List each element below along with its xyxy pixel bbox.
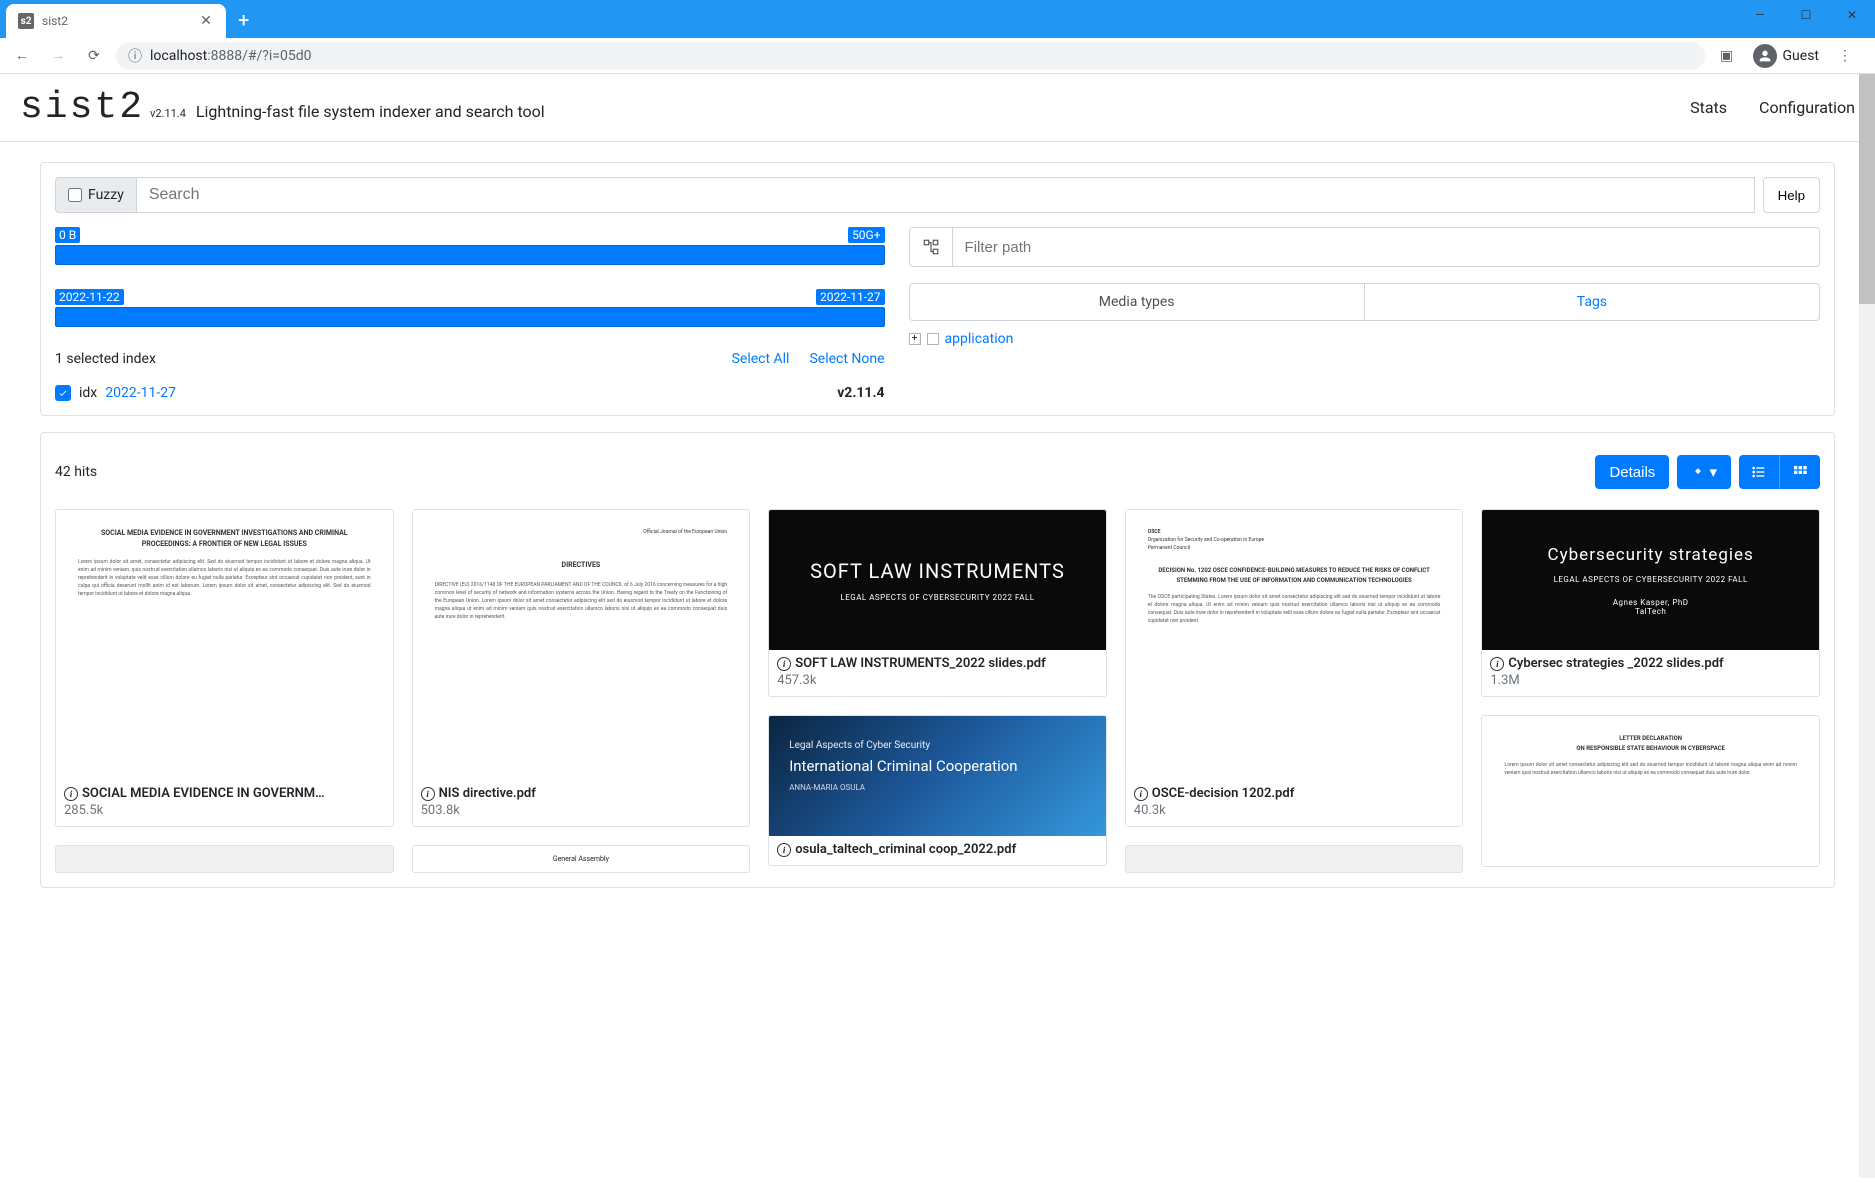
- result-title: osula_taltech_criminal coop_2022.pdf: [795, 842, 1016, 857]
- window-minimize-icon[interactable]: —: [1737, 0, 1783, 30]
- result-size: 285.5k: [64, 803, 385, 818]
- result-title: SOFT LAW INSTRUMENTS_2022 slides.pdf: [795, 656, 1046, 671]
- browser-titlebar: s2 sist2 ✕ + — ☐ ✕: [0, 0, 1875, 38]
- fuzzy-checkbox[interactable]: [68, 188, 82, 202]
- result-title: NIS directive.pdf: [439, 786, 536, 801]
- avatar-icon: [1753, 44, 1777, 68]
- info-icon[interactable]: i: [777, 843, 791, 857]
- result-card[interactable]: Official Journal of the European Union D…: [412, 509, 751, 827]
- results-card: 42 hits Details ▾: [40, 432, 1835, 888]
- path-filter-input[interactable]: [953, 228, 1819, 266]
- index-version: v2.11.4: [837, 385, 884, 401]
- date-slider[interactable]: 2022-11-22 2022-11-27: [55, 289, 885, 327]
- select-none-link[interactable]: Select None: [809, 351, 884, 367]
- tab-media-types[interactable]: Media types: [910, 284, 1364, 320]
- browser-tab[interactable]: s2 sist2 ✕: [6, 4, 226, 38]
- url-host: localhost: [150, 48, 207, 64]
- size-max-label: 50G+: [848, 227, 884, 243]
- fuzzy-label: Fuzzy: [88, 187, 124, 203]
- info-icon[interactable]: i: [1134, 787, 1148, 801]
- help-button[interactable]: Help: [1763, 177, 1820, 213]
- result-card[interactable]: Legal Aspects of Cyber Security Internat…: [768, 715, 1107, 866]
- info-icon[interactable]: i: [421, 787, 435, 801]
- tab-tags[interactable]: Tags: [1364, 284, 1819, 320]
- result-thumbnail: Official Journal of the European Union D…: [413, 510, 750, 780]
- result-size: 1.3M: [1490, 673, 1811, 688]
- result-card[interactable]: SOCIAL MEDIA EVIDENCE IN GOVERNMENT INVE…: [55, 509, 394, 827]
- result-thumbnail: Cybersecurity strategies LEGAL ASPECTS O…: [1482, 510, 1819, 650]
- tree-checkbox[interactable]: [927, 333, 939, 345]
- date-max-label: 2022-11-27: [816, 289, 885, 305]
- result-size: 457.3k: [777, 673, 1098, 688]
- date-min-label: 2022-11-22: [55, 289, 124, 305]
- info-icon[interactable]: i: [1490, 657, 1504, 671]
- url-input[interactable]: ⓘ localhost:8888/#/?i=05d0: [116, 42, 1705, 70]
- logo[interactable]: sist2: [20, 86, 144, 129]
- result-card[interactable]: OSCE Organization for Security and Co-op…: [1125, 509, 1464, 827]
- result-thumbnail: Legal Aspects of Cyber Security Internat…: [769, 716, 1106, 836]
- app-header: sist2 v2.11.4 Lightning-fast file system…: [0, 74, 1875, 142]
- index-date[interactable]: 2022-11-27: [105, 385, 176, 401]
- url-path: :8888/#/?i=05d0: [207, 48, 311, 64]
- size-slider[interactable]: 0 B 50G+: [55, 227, 885, 265]
- nav-reload-icon[interactable]: ⟳: [80, 42, 108, 70]
- logo-version: v2.11.4: [150, 107, 186, 120]
- selected-index-count: 1 selected index: [55, 351, 156, 367]
- view-list-button[interactable]: [1739, 455, 1780, 489]
- result-card[interactable]: [1125, 845, 1464, 873]
- tree-expand-icon[interactable]: +: [909, 333, 921, 345]
- new-tab-button[interactable]: +: [238, 8, 249, 32]
- size-min-label: 0 B: [55, 227, 80, 243]
- guest-label: Guest: [1783, 48, 1819, 64]
- result-thumbnail: LETTER DECLARATIONON RESPONSIBLE STATE B…: [1482, 716, 1819, 866]
- path-tree-button[interactable]: [910, 228, 953, 266]
- tab-title: sist2: [42, 14, 190, 28]
- details-button[interactable]: Details: [1595, 455, 1669, 489]
- result-card[interactable]: Cybersecurity strategies LEGAL ASPECTS O…: [1481, 509, 1820, 697]
- panel-icon[interactable]: ▣: [1713, 42, 1741, 70]
- result-card[interactable]: [55, 845, 394, 873]
- result-title: Cybersec strategies _2022 slides.pdf: [1508, 656, 1723, 671]
- result-thumbnail: SOCIAL MEDIA EVIDENCE IN GOVERNMENT INVE…: [56, 510, 393, 780]
- tab-close-icon[interactable]: ✕: [198, 13, 214, 29]
- fuzzy-toggle[interactable]: Fuzzy: [55, 177, 137, 213]
- result-title: SOCIAL MEDIA EVIDENCE IN GOVERNM…: [82, 786, 325, 801]
- site-info-icon[interactable]: ⓘ: [128, 46, 142, 66]
- result-size: 40.3k: [1134, 803, 1455, 818]
- search-card: Fuzzy Help 0 B 50G+ 2022-11-22 2022-11-2…: [40, 162, 1835, 416]
- result-title: OSCE-decision 1202.pdf: [1152, 786, 1295, 801]
- nav-configuration[interactable]: Configuration: [1759, 98, 1855, 117]
- tree-item-application[interactable]: application: [945, 331, 1014, 347]
- profile-chip[interactable]: Guest: [1753, 44, 1819, 68]
- nav-stats[interactable]: Stats: [1690, 98, 1727, 117]
- nav-back-icon[interactable]: ←: [8, 42, 36, 70]
- select-all-link[interactable]: Select All: [732, 351, 790, 367]
- tab-favicon: s2: [18, 13, 34, 29]
- search-input[interactable]: [137, 177, 1755, 213]
- nav-forward-icon[interactable]: →: [44, 42, 72, 70]
- result-card[interactable]: LETTER DECLARATIONON RESPONSIBLE STATE B…: [1481, 715, 1820, 867]
- index-checkbox[interactable]: [55, 385, 71, 401]
- window-maximize-icon[interactable]: ☐: [1783, 0, 1829, 30]
- result-thumbnail: SOFT LAW INSTRUMENTS LEGAL ASPECTS OF CY…: [769, 510, 1106, 650]
- tagline: Lightning-fast file system indexer and s…: [196, 102, 545, 121]
- result-size: 503.8k: [421, 803, 742, 818]
- hits-count: 42 hits: [55, 464, 97, 480]
- address-bar: ← → ⟳ ⓘ localhost:8888/#/?i=05d0 ▣ Guest…: [0, 38, 1875, 74]
- result-card[interactable]: SOFT LAW INSTRUMENTS LEGAL ASPECTS OF CY…: [768, 509, 1107, 697]
- info-icon[interactable]: i: [64, 787, 78, 801]
- view-grid-button[interactable]: [1780, 455, 1820, 489]
- sort-button[interactable]: ▾: [1677, 455, 1731, 489]
- window-close-icon[interactable]: ✕: [1829, 0, 1875, 30]
- scrollbar[interactable]: [1859, 74, 1875, 1178]
- result-thumbnail: OSCE Organization for Security and Co-op…: [1126, 510, 1463, 780]
- result-card[interactable]: General Assembly: [412, 845, 751, 873]
- index-name: idx: [79, 385, 97, 401]
- info-icon[interactable]: i: [777, 657, 791, 671]
- menu-icon[interactable]: ⋮: [1831, 42, 1859, 70]
